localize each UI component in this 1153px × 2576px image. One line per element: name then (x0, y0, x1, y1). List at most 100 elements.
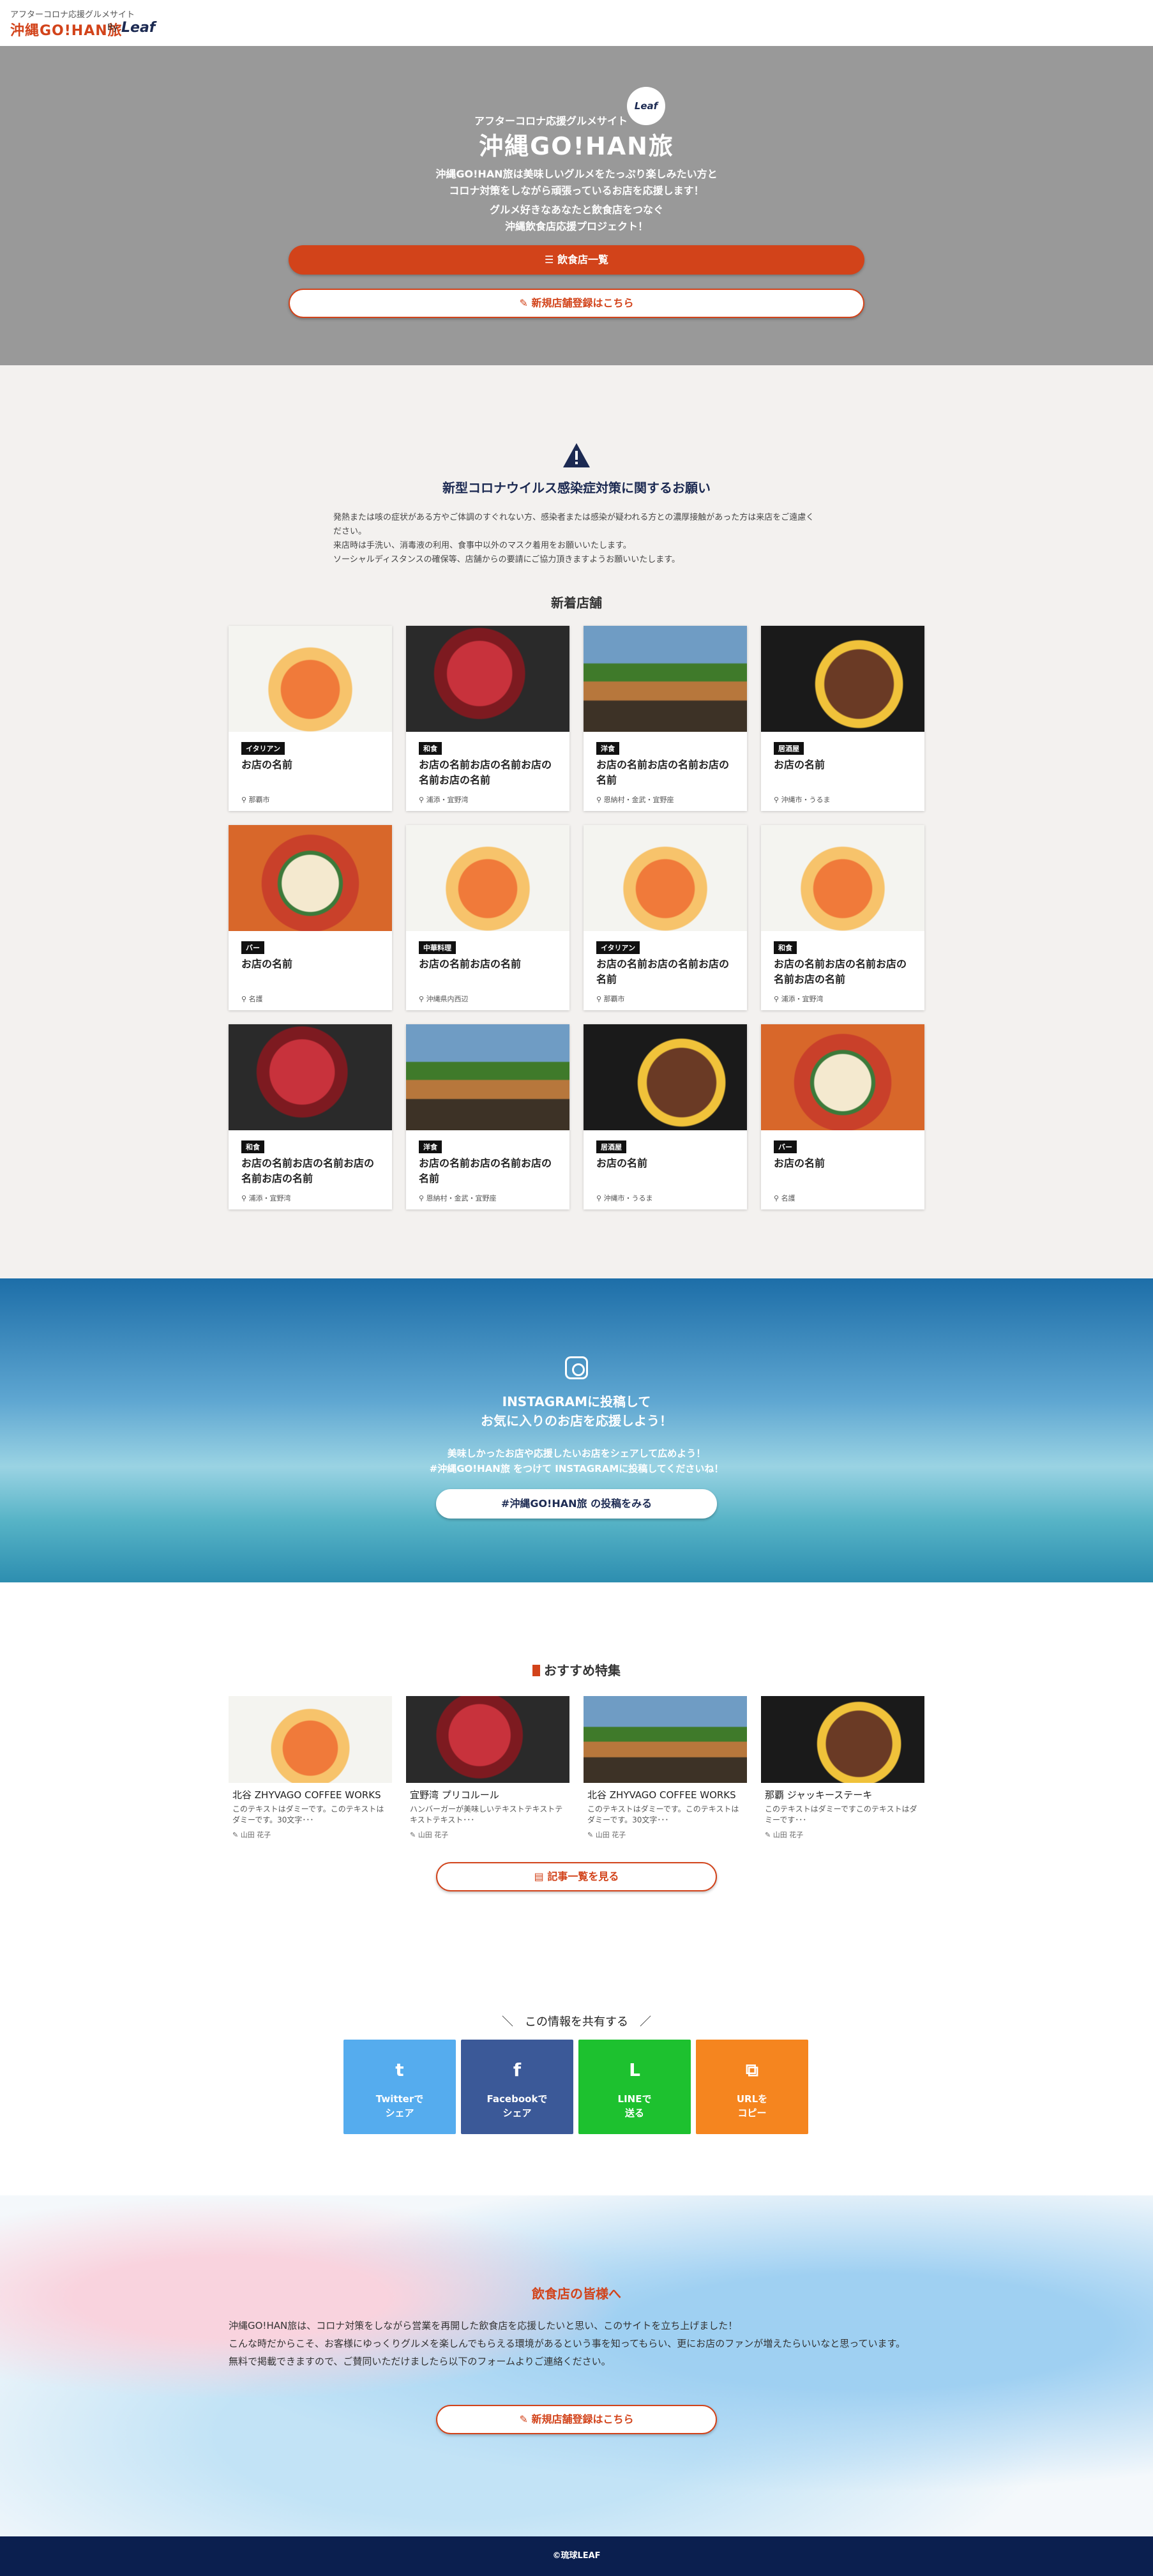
shop-photo[interactable] (761, 1024, 924, 1130)
shop-area: ⚲ 恩納村・金武・宜野座 (419, 1193, 497, 1203)
map-pin-icon: ⚲ (419, 796, 426, 804)
feature-card[interactable]: 宜野湾 プリコルール ハンバーガーが美味しいテキストテキストテキストテキスト･･･… (406, 1696, 569, 1862)
shop-area-text: 那覇市 (248, 796, 270, 804)
category-badge: 居酒屋 (596, 1140, 626, 1153)
shop-name[interactable]: お店の名前お店の名前お店の名前お店の名前 (241, 1156, 382, 1186)
shop-photo[interactable] (229, 1024, 392, 1130)
shop-card[interactable]: 洋食 お店の名前お店の名前お店の名前 ⚲ 恩納村・金武・宜野座 (584, 626, 747, 811)
shop-photo[interactable] (406, 825, 569, 931)
share-label-line: シェア (502, 2107, 532, 2119)
shop-card[interactable]: イタリアン お店の名前お店の名前お店の名前 ⚲ 那覇市 (584, 825, 747, 1010)
shop-area: ⚲ 沖縄市・うるま (596, 1193, 653, 1203)
feature-photo[interactable] (584, 1696, 747, 1783)
shop-name[interactable]: お店の名前 (241, 757, 382, 773)
share-button[interactable]: L LINEで 送る (578, 2040, 691, 2134)
category-badge: 和食 (774, 941, 797, 954)
map-pin-icon: ⚲ (596, 1194, 604, 1202)
shop-card[interactable]: 和食 お店の名前お店の名前お店の名前お店の名前 ⚲ 浦添・宜野湾 (406, 626, 569, 811)
shop-name[interactable]: お店の名前お店の名前 (419, 957, 559, 972)
register-shop-button[interactable]: ✎ 新規店舗登録はこちら (289, 289, 864, 318)
category-badge: 洋食 (419, 1140, 442, 1153)
share-button[interactable]: t Twitterで シェア (343, 2040, 456, 2134)
shop-card[interactable]: 和食 お店の名前お店の名前お店の名前お店の名前 ⚲ 浦添・宜野湾 (761, 825, 924, 1010)
shop-name[interactable]: お店の名前 (241, 957, 382, 972)
shop-card[interactable]: 居酒屋お店の名前 ⚲ 沖縄市・うるま (584, 1024, 747, 1209)
feature-card[interactable]: 那覇 ジャッキーステーキ このテキストはダミーですこのテキストはダミーです･･･ ✎… (761, 1696, 924, 1862)
feature-photo[interactable] (229, 1696, 392, 1783)
feature-title[interactable]: 北谷 ZHYVAGO COFFEE WORKS (229, 1788, 392, 1801)
feature-card[interactable]: 北谷 ZHYVAGO COFFEE WORKS このテキストはダミーです。このテキ… (584, 1696, 747, 1862)
shop-photo[interactable] (584, 1024, 747, 1130)
shop-area: ⚲ 名護 (774, 1193, 795, 1203)
hero-lead: 沖縄GO!HAN旅は美味しいグルメをたっぷり楽しみたい方と コロナ対策をしながら… (0, 166, 1153, 199)
article-list-button[interactable]: ▤ 記事一覧を見る (436, 1862, 717, 1891)
notice-line: ソーシャルディスタンスの確保等、店舗からの要請にご協力頂きますようお願いいたしま… (333, 555, 681, 564)
feature-title[interactable]: 那覇 ジャッキーステーキ (761, 1788, 924, 1801)
shop-card[interactable]: バー お店の名前 ⚲ 名護 (229, 825, 392, 1010)
shop-photo[interactable] (229, 825, 392, 931)
category-badge: 和食 (419, 742, 442, 755)
shop-name[interactable]: お店の名前 (596, 1156, 737, 1171)
hero-sub-line: グルメ好きなあなたと飲食店をつなぐ (489, 204, 663, 216)
shop-photo[interactable] (406, 626, 569, 732)
instagram-heading-line: INSTAGRAMに投稿して (502, 1394, 651, 1409)
feature-title[interactable]: 宜野湾 プリコルール (406, 1788, 569, 1801)
shop-area-text: 浦添・宜野湾 (248, 1194, 291, 1202)
shop-name[interactable]: お店の名前お店の名前お店の名前お店の名前 (774, 957, 914, 987)
site-header: アフターコロナ応援グルメサイト 沖縄GO!HAN旅 By Leaf (0, 0, 1153, 46)
instagram-posts-button[interactable]: #沖縄GO!HAN旅 の投稿をみる (436, 1489, 717, 1519)
shop-photo[interactable] (584, 825, 747, 931)
map-pin-icon: ⚲ (419, 1194, 426, 1202)
shop-name[interactable]: お店の名前お店の名前お店の名前 (596, 957, 737, 987)
site-footer: ©琉球LEAF (0, 2536, 1153, 2576)
instagram-heading-line: お気に入りのお店を応援しよう！ (481, 1413, 672, 1428)
shop-photo[interactable] (229, 626, 392, 732)
feature-author-name: 山田 花子 (595, 1831, 626, 1839)
restaurant-list-button[interactable]: ☰ 飲食店一覧 (289, 245, 864, 275)
shop-card[interactable]: 和食 お店の名前お店の名前お店の名前お店の名前 ⚲ 浦添・宜野湾 (229, 1024, 392, 1209)
share-title: ＼ この情報を共有する ／ (502, 2015, 651, 2029)
site-logo[interactable]: 沖縄GO!HAN旅 (10, 19, 123, 40)
feature-author-name: 山田 花子 (772, 1831, 804, 1839)
feature-photo[interactable] (406, 1696, 569, 1783)
notice-body: 発熱または咳の症状がある方やご体調のすぐれない方、感染者または感染が疑われる方と… (333, 511, 818, 567)
shop-card[interactable]: バーお店の名前 ⚲ 名護 (761, 1024, 924, 1209)
category-badge: 中華料理 (419, 941, 456, 954)
shop-card[interactable]: 中華料理 お店の名前お店の名前 ⚲ 沖縄県内西辺 (406, 825, 569, 1010)
map-pin-icon: ⚲ (419, 995, 426, 1003)
map-pin-icon: ⚲ (774, 796, 781, 804)
instagram-text: 美味しかったお店や応援したいお店をシェアして広めよう！ #沖縄GO!HAN旅 を… (0, 1446, 1153, 1476)
feature-author: ✎ 山田 花子 (584, 1830, 747, 1840)
share-section: ＼ この情報を共有する ／ t Twitterで シェア f Facebookで シェア L… (0, 1966, 1153, 2195)
shop-photo[interactable] (761, 825, 924, 931)
owners-register-button[interactable]: ✎ 新規店舗登録はこちら (436, 2405, 717, 2434)
shop-card[interactable]: 洋食お店の名前お店の名前お店の名前 ⚲ 恩納村・金武・宜野座 (406, 1024, 569, 1209)
share-label: LINEで 送る (578, 2092, 691, 2120)
category-badge: 和食 (241, 1140, 264, 1153)
shop-name[interactable]: お店の名前お店の名前お店の名前お店の名前 (419, 757, 559, 788)
shop-area: ⚲ 那覇市 (241, 794, 270, 805)
shop-area: ⚲ 那覇市 (596, 994, 625, 1004)
shop-photo[interactable] (761, 626, 924, 732)
feature-card[interactable]: 北谷 ZHYVAGO COFFEE WORKS このテキストはダミーです。このテキ… (229, 1696, 392, 1862)
shop-name[interactable]: お店の名前 (774, 757, 914, 773)
shop-name[interactable]: お店の名前お店の名前お店の名前 (419, 1156, 559, 1186)
brand-logo[interactable]: Leaf (121, 20, 155, 36)
hero-sub-line: 沖縄飲食店応援プロジェクト！ (504, 220, 648, 232)
shop-photo[interactable] (584, 626, 747, 732)
feature-desc: このテキストはダミーです。このテキストはダミーです。30文字･･･ (587, 1805, 739, 1824)
shop-photo[interactable] (406, 1024, 569, 1130)
map-pin-icon: ⚲ (774, 1194, 781, 1202)
category-badge: バー (774, 1140, 797, 1153)
share-button[interactable]: ⧉ URLを コピー (696, 2040, 808, 2134)
shop-name[interactable]: お店の名前 (774, 1156, 914, 1171)
shop-card[interactable]: イタリアン お店の名前 ⚲ 那覇市 (229, 626, 392, 811)
share-button[interactable]: f Facebookで シェア (461, 2040, 573, 2134)
feature-photo[interactable] (761, 1696, 924, 1783)
feature-author: ✎ 山田 花子 (229, 1830, 392, 1840)
hero-lead-line: 沖縄GO!HAN旅は美味しいグルメをたっぷり楽しみたい方と (435, 168, 718, 180)
share-label-line: コピー (737, 2107, 767, 2119)
shop-name[interactable]: お店の名前お店の名前お店の名前 (596, 757, 737, 788)
shop-card[interactable]: 居酒屋 お店の名前 ⚲ 沖縄市・うるま (761, 626, 924, 811)
feature-title[interactable]: 北谷 ZHYVAGO COFFEE WORKS (584, 1788, 747, 1801)
